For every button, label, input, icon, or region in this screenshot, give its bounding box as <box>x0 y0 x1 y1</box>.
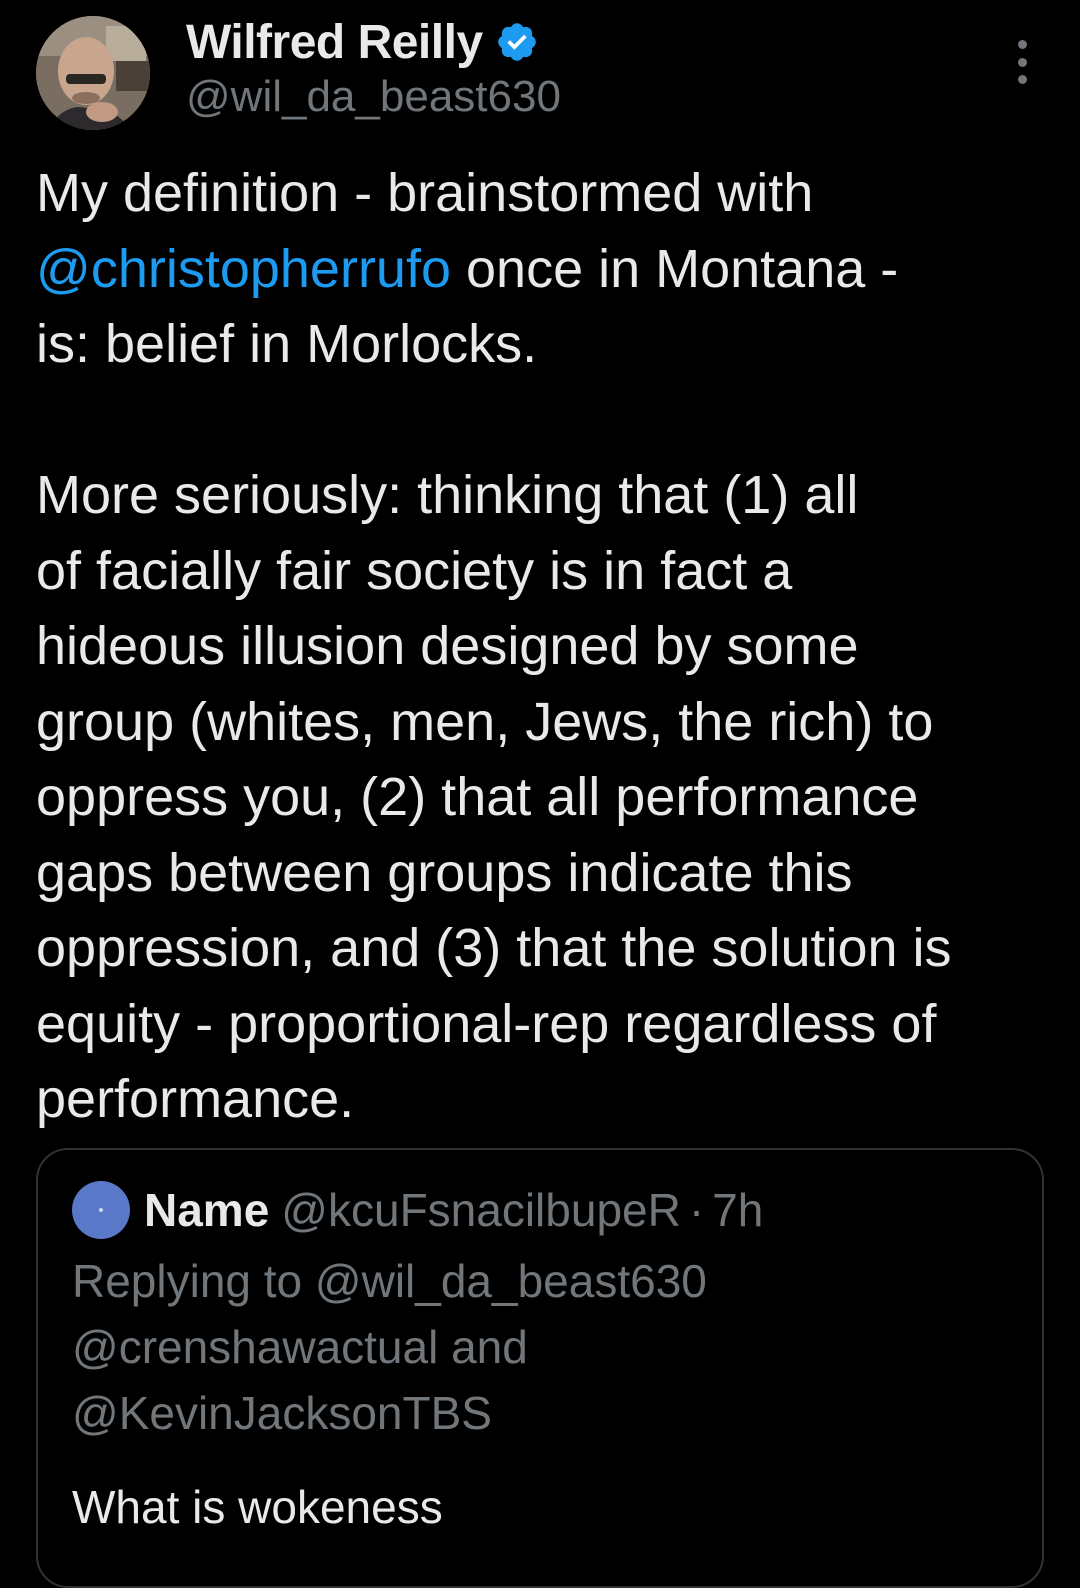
quoted-tweet-time[interactable]: 7h <box>712 1183 763 1237</box>
tweet-line: equity - proportional-rep regardless of <box>36 993 937 1054</box>
tweet-line: of facially fair society is in fact a <box>36 540 793 601</box>
author-name-row: Wilfred Reilly <box>186 14 539 70</box>
tweet: Wilfred Reilly @wil_da_beast630 My defin… <box>0 0 1080 1588</box>
tweet-line: oppress you, (2) that all performance <box>36 767 919 827</box>
more-dot <box>1017 75 1027 84</box>
tweet-line: performance. <box>36 1069 355 1129</box>
tweet-line-rest: once in Montana - <box>451 238 899 299</box>
quoted-tweet-text: What is wokeness <box>72 1481 443 1533</box>
replying-to: Replying to @wil_da_beast630 @crenshawac… <box>72 1248 1012 1446</box>
verified-badge-icon <box>497 23 536 61</box>
tweet-line: More seriously: thinking that (1) all <box>36 465 859 525</box>
more-dot <box>1017 57 1027 67</box>
author-handle[interactable]: @wil_da_beast630 <box>186 72 561 122</box>
avatar-photo-icon <box>36 16 150 130</box>
tweet-line: My definition - brainstormed with <box>36 163 814 223</box>
quoted-tweet-card[interactable]: Name @kcuFsnacilbupeR · 7h Replying to @… <box>36 1148 1044 1588</box>
replying-to-line: @crenshawactual and <box>72 1321 528 1373</box>
more-options-icon[interactable] <box>1002 40 1042 84</box>
more-dot <box>1017 40 1027 49</box>
replying-to-line: @KevinJacksonTBS <box>72 1387 492 1439</box>
author-name[interactable]: Wilfred Reilly <box>186 15 483 70</box>
author-avatar[interactable] <box>36 16 150 130</box>
tweet-line: is: belief in Morlocks. <box>36 314 538 374</box>
replying-to-line: Replying to @wil_da_beast630 <box>72 1255 707 1307</box>
quoted-author-name[interactable]: Name <box>144 1183 269 1237</box>
dot-separator: · <box>688 1184 705 1236</box>
mention-link[interactable]: @christopherrufo <box>36 239 451 299</box>
quoted-author-avatar[interactable] <box>72 1181 130 1239</box>
tweet-text: My definition - brainstormed with @chris… <box>36 156 1056 1138</box>
quoted-tweet-header: Name @kcuFsnacilbupeR · 7h <box>72 1180 763 1240</box>
tweet-line: hideous illusion designed by some <box>36 616 859 676</box>
tweet-line: gaps between groups indicate this <box>36 842 853 903</box>
tweet-line: group (whites, men, Jews, the rich) to <box>36 691 934 752</box>
quoted-author-handle[interactable]: @kcuFsnacilbupeR <box>281 1183 681 1237</box>
tweet-line: oppression, and (3) that the solution is <box>36 918 952 978</box>
tweet-line: @christopherrufo once in Montana - <box>36 232 1056 308</box>
